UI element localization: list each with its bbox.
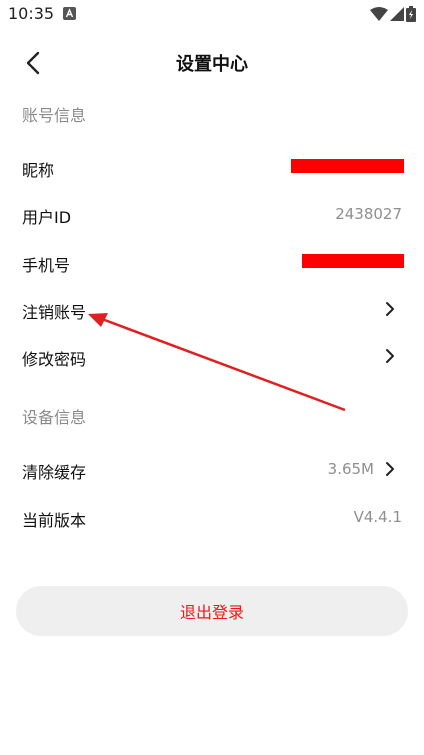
section-label-account: 账号信息 — [22, 106, 87, 125]
row-label: 注销账号 — [22, 303, 87, 322]
row-change-password[interactable]: 修改密码 — [0, 334, 424, 378]
status-icons — [370, 6, 416, 22]
a-notification-icon — [63, 7, 76, 20]
chevron-right-icon — [386, 302, 394, 316]
row-delete-account[interactable]: 注销账号 — [0, 287, 424, 331]
chevron-right-icon — [386, 349, 394, 363]
signal-icon — [390, 7, 404, 21]
redacted-phone — [302, 254, 404, 268]
row-clear-cache[interactable]: 清除缓存 3.65M — [0, 447, 424, 491]
row-phone[interactable]: 手机号 — [0, 240, 424, 284]
row-label: 用户ID — [22, 208, 72, 227]
chevron-right-icon — [386, 462, 394, 476]
row-user-id: 用户ID 2438027 — [0, 192, 424, 236]
header: 设置中心 — [0, 40, 424, 86]
cache-size-value: 3.65M — [327, 460, 374, 478]
logout-button[interactable]: 退出登录 — [16, 586, 408, 636]
row-label: 昵称 — [22, 161, 55, 180]
page-title: 设置中心 — [176, 54, 248, 75]
row-label: 当前版本 — [22, 511, 87, 530]
wifi-icon — [370, 7, 388, 21]
redacted-nickname — [291, 159, 404, 173]
status-time: 10:35 — [8, 4, 55, 23]
row-current-version: 当前版本 V4.4.1 — [0, 495, 424, 539]
user-id-value: 2438027 — [335, 205, 402, 223]
row-label: 手机号 — [22, 256, 71, 275]
section-label-device: 设备信息 — [22, 408, 87, 427]
row-label: 清除缓存 — [22, 463, 87, 482]
logout-label: 退出登录 — [179, 603, 244, 622]
status-bar: 10:35 — [0, 0, 424, 30]
row-label: 修改密码 — [22, 350, 87, 369]
version-value: V4.4.1 — [353, 508, 402, 526]
row-nickname[interactable]: 昵称 — [0, 145, 424, 189]
battery-icon — [406, 6, 416, 22]
